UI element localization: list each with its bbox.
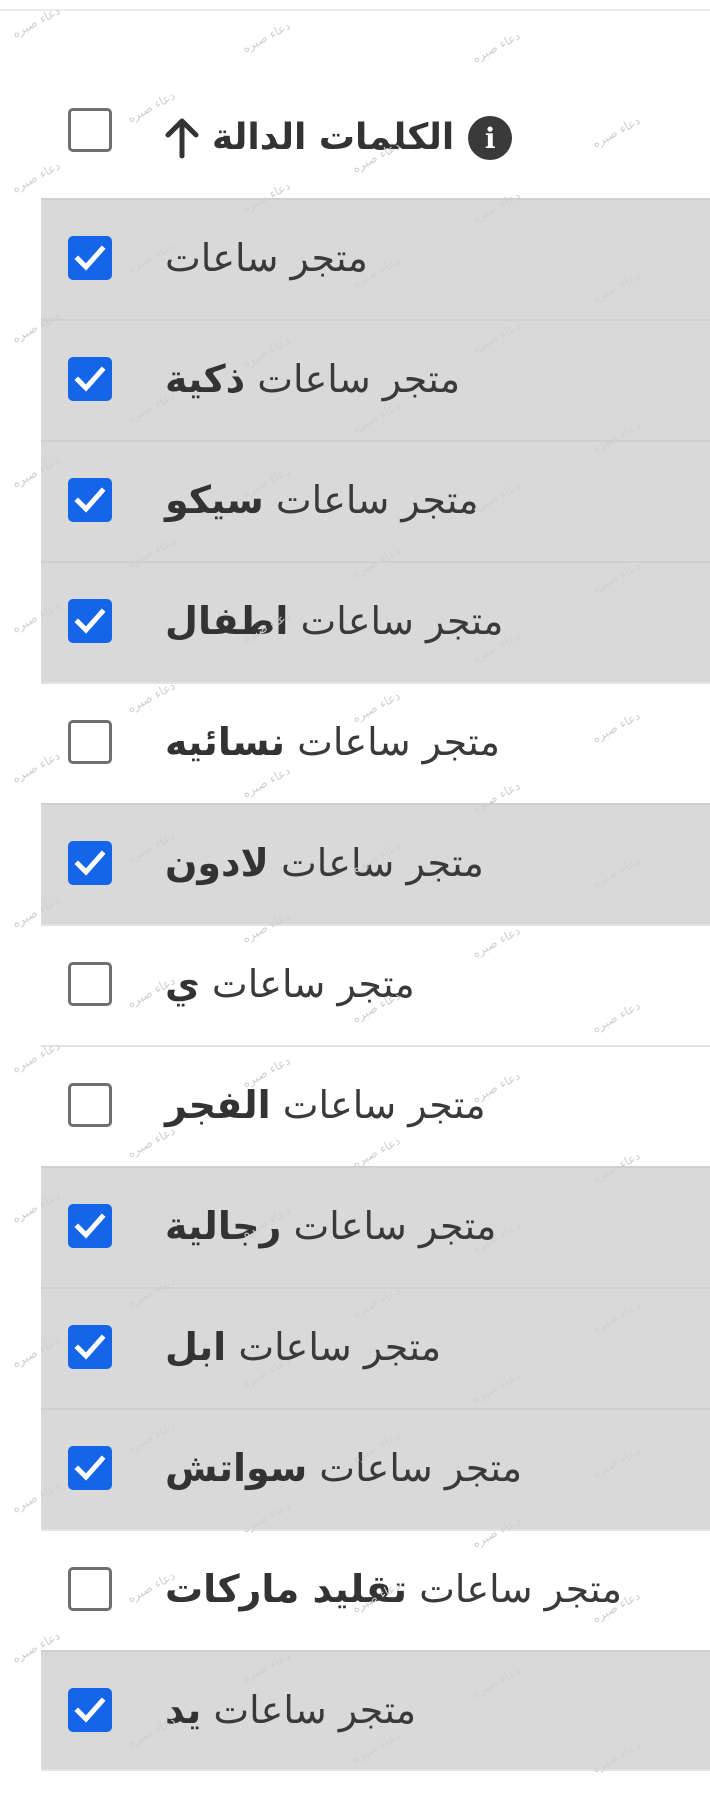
keyword-base: متجر ساعات bbox=[165, 236, 368, 280]
keyword-base: متجر ساعات bbox=[319, 1446, 523, 1490]
keyword-checkbox[interactable] bbox=[68, 478, 112, 522]
keyword-row[interactable]: متجر ساعات bbox=[41, 198, 710, 319]
keyword-suffix: تقليد ماركات bbox=[165, 1567, 408, 1611]
keyword-checkbox[interactable] bbox=[68, 962, 112, 1006]
watermark-text: دعاء صبره bbox=[469, 28, 523, 66]
keyword-row[interactable]: متجر ساعات يد bbox=[41, 1650, 710, 1771]
checkmark-icon bbox=[74, 1334, 106, 1360]
keyword-base: متجر ساعات bbox=[213, 1688, 417, 1732]
keyword-base: متجر ساعات bbox=[293, 1204, 497, 1248]
keyword-text: متجر ساعات سواتش bbox=[165, 1444, 522, 1492]
keyword-base: متجر ساعات bbox=[257, 357, 461, 401]
keyword-suffix: الفجر bbox=[165, 1083, 271, 1127]
keyword-suffix: سيكو bbox=[165, 478, 264, 522]
keyword-row[interactable]: متجر ساعات ابل bbox=[41, 1287, 710, 1408]
keywords-column-title: الكلمات الدالة bbox=[212, 117, 455, 158]
keyword-base: متجر ساعات bbox=[280, 841, 484, 885]
keyword-base: متجر ساعات bbox=[282, 1083, 486, 1127]
keyword-row[interactable]: متجر ساعات ي bbox=[41, 924, 710, 1045]
keyword-text: متجر ساعات اطفال bbox=[165, 597, 503, 645]
keyword-suffix: رجالية bbox=[165, 1204, 282, 1248]
checkmark-icon bbox=[74, 850, 106, 876]
keyword-text: متجر ساعات رجالية bbox=[165, 1202, 496, 1250]
select-all-checkbox[interactable] bbox=[68, 108, 112, 152]
keyword-row[interactable]: متجر ساعات تقليد ماركات bbox=[41, 1529, 710, 1650]
keyword-suffix: يد bbox=[165, 1688, 202, 1732]
keyword-row[interactable]: متجر ساعات لادون bbox=[41, 803, 710, 924]
keyword-checkbox[interactable] bbox=[68, 599, 112, 643]
keyword-suffix: نسائيه bbox=[165, 720, 286, 764]
keyword-suffix: سواتش bbox=[165, 1446, 308, 1490]
keyword-suffix: ابل bbox=[165, 1325, 227, 1369]
keyword-checkbox[interactable] bbox=[68, 841, 112, 885]
keyword-list-page: الكلمات الدالة i متجر ساعات متجر ساعات ذ… bbox=[0, 0, 710, 1796]
checkmark-icon bbox=[74, 1455, 106, 1481]
watermark-text: دعاء صبره bbox=[239, 18, 293, 56]
keyword-suffix: اطفال bbox=[165, 599, 289, 643]
checkmark-icon bbox=[74, 1697, 106, 1723]
keyword-base: متجر ساعات bbox=[300, 599, 504, 643]
table-header: الكلمات الدالة i bbox=[0, 80, 710, 198]
keyword-text: متجر ساعات ذكية bbox=[165, 355, 460, 403]
keyword-base: متجر ساعات bbox=[238, 1325, 442, 1369]
keyword-text: متجر ساعات سيكو bbox=[165, 476, 479, 524]
keyword-suffix: لادون bbox=[165, 841, 269, 885]
keyword-text: متجر ساعات تقليد ماركات bbox=[165, 1565, 622, 1613]
checkmark-icon bbox=[74, 487, 106, 513]
keyword-checkbox[interactable] bbox=[68, 357, 112, 401]
checkmark-icon bbox=[74, 245, 106, 271]
keyword-base: متجر ساعات bbox=[211, 962, 415, 1006]
keyword-suffix: ي bbox=[165, 962, 200, 1006]
keyword-checkbox[interactable] bbox=[68, 1446, 112, 1490]
keyword-text: متجر ساعات bbox=[165, 234, 368, 282]
keywords-column-header[interactable]: الكلمات الدالة i bbox=[162, 116, 513, 160]
keyword-text: متجر ساعات ي bbox=[165, 960, 415, 1008]
keyword-checkbox[interactable] bbox=[68, 1083, 112, 1127]
keyword-suffix: ذكية bbox=[165, 357, 246, 401]
arrow-up-icon[interactable] bbox=[162, 116, 202, 160]
top-divider bbox=[0, 9, 710, 11]
checkmark-icon bbox=[74, 608, 106, 634]
keyword-rows: متجر ساعات متجر ساعات ذكية متجر ساعات سيك… bbox=[41, 198, 710, 1771]
keyword-row[interactable]: متجر ساعات سيكو bbox=[41, 440, 710, 561]
keyword-base: متجر ساعات bbox=[297, 720, 500, 764]
checkmark-icon bbox=[74, 1213, 106, 1239]
keyword-text: متجر ساعات يد bbox=[165, 1686, 416, 1734]
keyword-base: متجر ساعات bbox=[419, 1567, 622, 1611]
checkmark-icon bbox=[74, 366, 106, 392]
info-icon[interactable]: i bbox=[468, 116, 513, 160]
keyword-row[interactable]: متجر ساعات رجالية bbox=[41, 1166, 710, 1287]
keyword-checkbox[interactable] bbox=[68, 1567, 112, 1611]
keyword-text: متجر ساعات ابل bbox=[165, 1323, 441, 1371]
keyword-checkbox[interactable] bbox=[68, 720, 112, 764]
keyword-checkbox[interactable] bbox=[68, 1325, 112, 1369]
keyword-text: متجر ساعات نسائيه bbox=[165, 718, 500, 766]
keyword-row[interactable]: متجر ساعات نسائيه bbox=[41, 682, 710, 803]
keyword-checkbox[interactable] bbox=[68, 236, 112, 280]
keyword-row[interactable]: متجر ساعات اطفال bbox=[41, 561, 710, 682]
keyword-row[interactable]: متجر ساعات سواتش bbox=[41, 1408, 710, 1529]
keyword-text: متجر ساعات الفجر bbox=[165, 1081, 486, 1129]
keyword-base: متجر ساعات bbox=[275, 478, 479, 522]
keyword-checkbox[interactable] bbox=[68, 1204, 112, 1248]
keyword-text: متجر ساعات لادون bbox=[165, 839, 484, 887]
keyword-row[interactable]: متجر ساعات ذكية bbox=[41, 319, 710, 440]
keyword-row[interactable]: متجر ساعات الفجر bbox=[41, 1045, 710, 1166]
keyword-checkbox[interactable] bbox=[68, 1688, 112, 1732]
